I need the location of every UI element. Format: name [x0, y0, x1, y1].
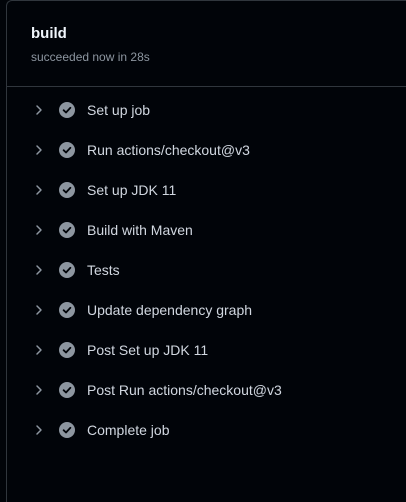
step-label: Complete job — [87, 422, 170, 438]
steps-list: Set up job Run actions/checkout@v3 Set u… — [7, 87, 406, 450]
chevron-right-icon[interactable] — [31, 142, 47, 158]
job-status: succeeded now in 28s — [31, 50, 150, 64]
check-circle-icon — [59, 262, 75, 278]
step-label: Build with Maven — [87, 222, 193, 238]
step-label: Set up job — [87, 102, 151, 118]
check-circle-icon — [59, 182, 75, 198]
check-circle-icon — [59, 422, 75, 438]
step-label: Set up JDK 11 — [87, 182, 177, 198]
step-label: Run actions/checkout@v3 — [87, 142, 250, 158]
chevron-right-icon[interactable] — [31, 262, 47, 278]
step-label: Post Run actions/checkout@v3 — [87, 382, 282, 398]
chevron-right-icon[interactable] — [31, 382, 47, 398]
step-row-1[interactable]: Set up job — [7, 90, 406, 130]
chevron-right-icon[interactable] — [31, 102, 47, 118]
check-circle-icon — [59, 342, 75, 358]
check-circle-icon — [59, 102, 75, 118]
step-row-2[interactable]: Run actions/checkout@v3 — [7, 130, 406, 170]
job-title: build — [31, 25, 67, 42]
job-header: build succeeded now in 28s — [7, 1, 406, 87]
chevron-right-icon[interactable] — [31, 302, 47, 318]
step-label: Tests — [87, 262, 120, 278]
step-row-6[interactable]: Update dependency graph — [7, 290, 406, 330]
job-panel: build succeeded now in 28s Set up job Ru… — [6, 0, 406, 502]
step-row-3[interactable]: Set up JDK 11 — [7, 170, 406, 210]
check-circle-icon — [59, 302, 75, 318]
chevron-right-icon[interactable] — [31, 222, 47, 238]
step-row-5[interactable]: Tests — [7, 250, 406, 290]
chevron-right-icon[interactable] — [31, 342, 47, 358]
chevron-right-icon[interactable] — [31, 182, 47, 198]
check-circle-icon — [59, 222, 75, 238]
check-circle-icon — [59, 382, 75, 398]
step-row-7[interactable]: Post Set up JDK 11 — [7, 330, 406, 370]
step-label: Update dependency graph — [87, 302, 253, 318]
step-label: Post Set up JDK 11 — [87, 342, 209, 358]
step-row-9[interactable]: Complete job — [7, 410, 406, 450]
step-row-4[interactable]: Build with Maven — [7, 210, 406, 250]
step-row-8[interactable]: Post Run actions/checkout@v3 — [7, 370, 406, 410]
check-circle-icon — [59, 142, 75, 158]
chevron-right-icon[interactable] — [31, 422, 47, 438]
